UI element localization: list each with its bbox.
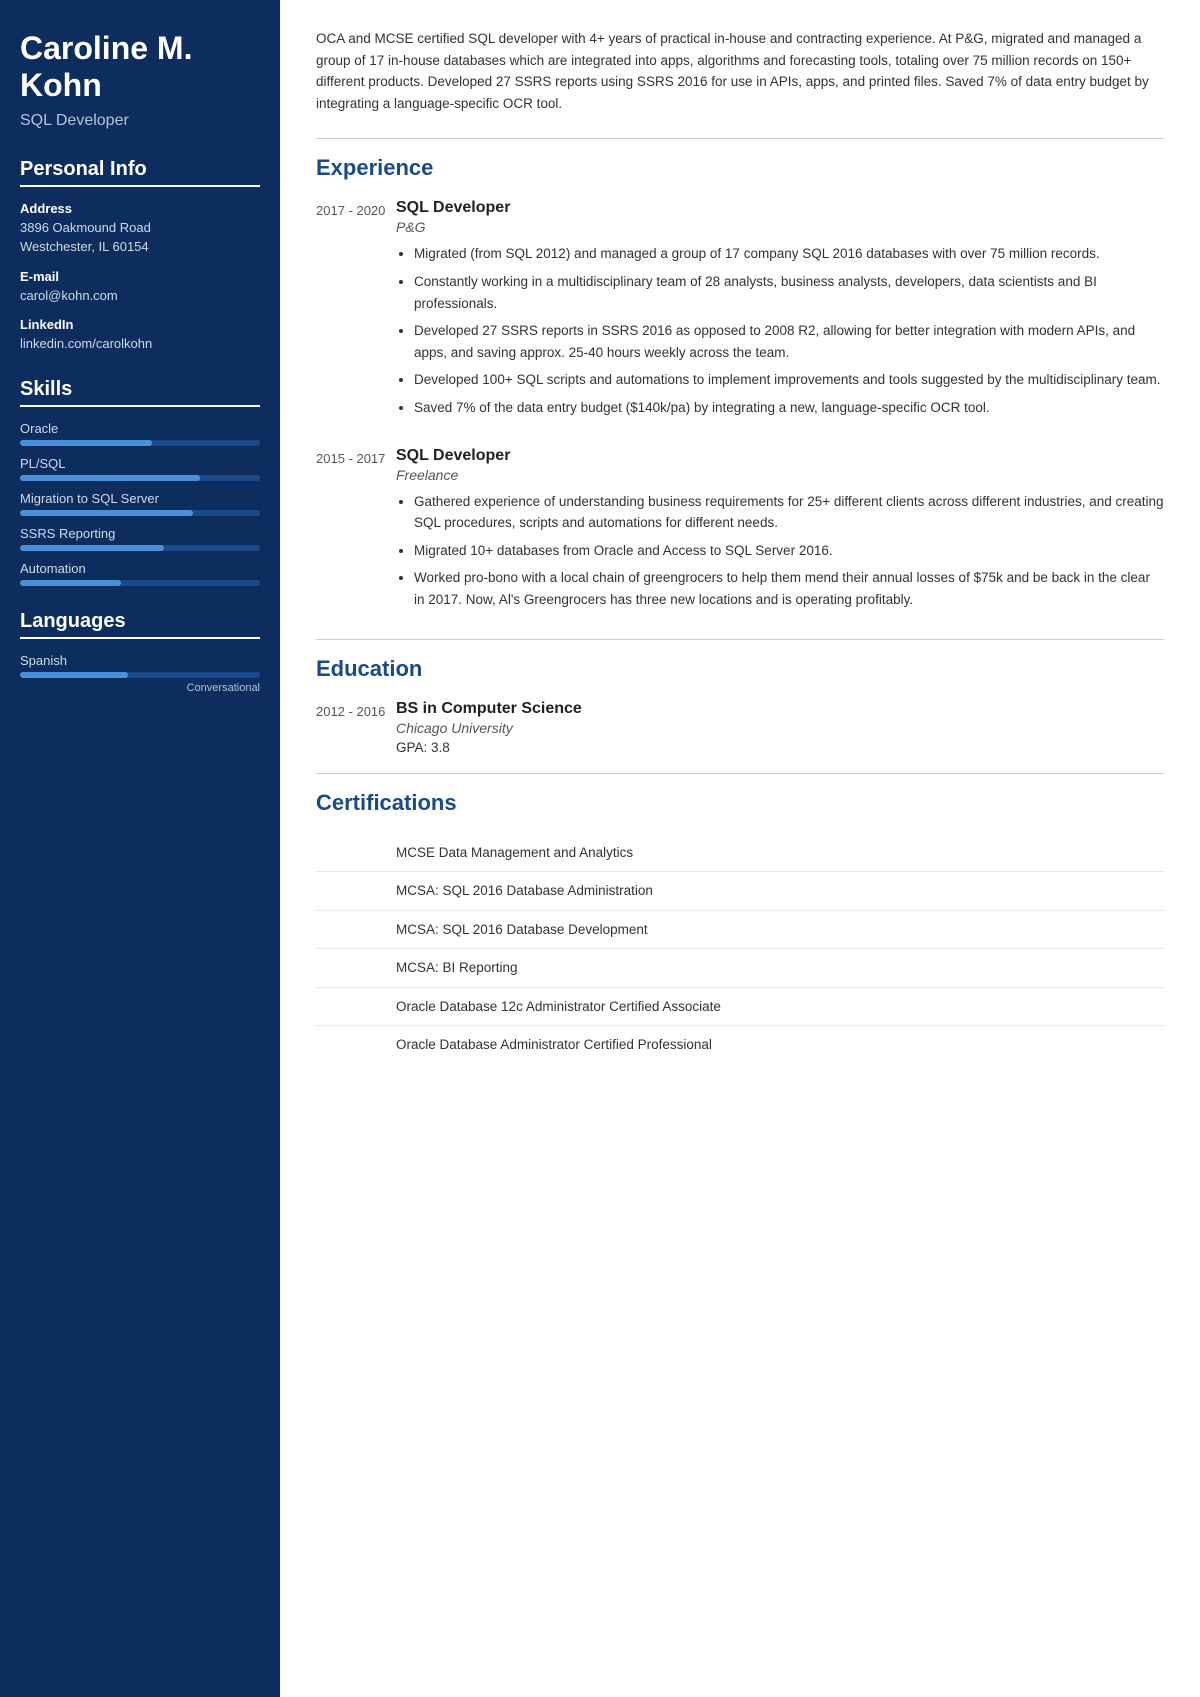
skill-name: Automation <box>20 561 260 576</box>
linkedin-label: LinkedIn <box>20 317 260 332</box>
language-bar-bg <box>20 672 260 678</box>
experience-heading: Experience <box>316 155 1164 181</box>
skill-bar-fill <box>20 510 193 516</box>
linkedin-value: linkedin.com/carolkohn <box>20 334 260 354</box>
languages-list: Spanish Conversational <box>20 653 260 694</box>
skill-item: Oracle <box>20 421 260 446</box>
exp-details: SQL Developer Freelance Gathered experienc… <box>396 447 1164 617</box>
edu-gpa: GPA: 3.8 <box>396 740 1164 755</box>
skill-bar-bg <box>20 510 260 516</box>
skills-list: Oracle PL/SQL Migration to SQL Server SSRS … <box>20 421 260 586</box>
skill-name: SSRS Reporting <box>20 526 260 541</box>
language-name: Spanish <box>20 653 260 668</box>
skill-name: PL/SQL <box>20 456 260 471</box>
exp-bullet: Developed 100+ SQL scripts and automatio… <box>414 369 1164 391</box>
exp-dates: 2017 - 2020 <box>316 199 396 424</box>
address-line1: 3896 Oakmound Road <box>20 218 260 238</box>
experience-divider <box>316 138 1164 139</box>
sidebar-job-title: SQL Developer <box>20 112 260 130</box>
exp-bullets: Gathered experience of understanding bus… <box>396 491 1164 611</box>
summary-text: OCA and MCSE certified SQL developer wit… <box>316 28 1164 114</box>
language-bar-fill <box>20 672 128 678</box>
sidebar-name: Caroline M. Kohn <box>20 30 260 104</box>
skill-item: Migration to SQL Server <box>20 491 260 516</box>
skill-bar-bg <box>20 580 260 586</box>
exp-job-title: SQL Developer <box>396 199 1164 217</box>
skill-bar-fill <box>20 475 200 481</box>
education-item: 2012 - 2016BS in Computer Science Chicago… <box>316 700 1164 755</box>
skill-bar-bg <box>20 545 260 551</box>
language-item: Spanish Conversational <box>20 653 260 694</box>
exp-details: SQL Developer P&G Migrated (from SQL 2012)… <box>396 199 1164 424</box>
exp-company: Freelance <box>396 467 1164 483</box>
edu-dates: 2012 - 2016 <box>316 700 396 755</box>
languages-section: Languages Spanish Conversational <box>20 610 260 694</box>
skill-bar-bg <box>20 440 260 446</box>
education-list: 2012 - 2016BS in Computer Science Chicago… <box>316 700 1164 755</box>
skill-item: PL/SQL <box>20 456 260 481</box>
address-line2: Westchester, IL 60154 <box>20 237 260 257</box>
exp-bullet: Constantly working in a multidisciplinar… <box>414 271 1164 314</box>
skill-bar-fill <box>20 545 164 551</box>
skills-section: Skills Oracle PL/SQL Migration to SQL Serv… <box>20 378 260 586</box>
certifications-list: MCSE Data Management and AnalyticsMCSA: … <box>316 834 1164 1065</box>
edu-school: Chicago University <box>396 720 1164 736</box>
exp-bullet: Saved 7% of the data entry budget ($140k… <box>414 397 1164 419</box>
main-content: OCA and MCSE certified SQL developer wit… <box>280 0 1200 1697</box>
edu-details: BS in Computer Science Chicago University… <box>396 700 1164 755</box>
cert-item: MCSE Data Management and Analytics <box>316 834 1164 873</box>
experience-list: 2017 - 2020SQL DeveloperP&GMigrated (fro… <box>316 199 1164 616</box>
cert-item: Oracle Database Administrator Certified … <box>316 1026 1164 1064</box>
exp-bullet: Gathered experience of understanding bus… <box>414 491 1164 534</box>
exp-bullet: Worked pro-bono with a local chain of gr… <box>414 567 1164 610</box>
exp-job-title: SQL Developer <box>396 447 1164 465</box>
skill-item: Automation <box>20 561 260 586</box>
certifications-divider <box>316 773 1164 774</box>
education-divider <box>316 639 1164 640</box>
education-heading: Education <box>316 656 1164 682</box>
experience-item: 2015 - 2017SQL Developer Freelance Gathere… <box>316 447 1164 617</box>
cert-item: Oracle Database 12c Administrator Certif… <box>316 988 1164 1027</box>
skill-name: Migration to SQL Server <box>20 491 260 506</box>
email-value: carol@kohn.com <box>20 286 260 306</box>
address-label: Address <box>20 201 260 216</box>
skill-bar-fill <box>20 440 152 446</box>
exp-dates: 2015 - 2017 <box>316 447 396 617</box>
exp-bullets: Migrated (from SQL 2012) and managed a g… <box>396 243 1164 418</box>
experience-item: 2017 - 2020SQL Developer P&G Migrated (fro… <box>316 199 1164 424</box>
exp-bullet: Migrated 10+ databases from Oracle and A… <box>414 540 1164 562</box>
personal-info-section: Personal Info Address 3896 Oakmound Road… <box>20 158 260 354</box>
skills-heading: Skills <box>20 378 260 407</box>
skill-item: SSRS Reporting <box>20 526 260 551</box>
exp-bullet: Developed 27 SSRS reports in SSRS 2016 a… <box>414 320 1164 363</box>
skill-bar-fill <box>20 580 121 586</box>
exp-bullet: Migrated (from SQL 2012) and managed a g… <box>414 243 1164 265</box>
cert-item: MCSA: BI Reporting <box>316 949 1164 988</box>
exp-company: P&G <box>396 219 1164 235</box>
personal-info-heading: Personal Info <box>20 158 260 187</box>
cert-item: MCSA: SQL 2016 Database Development <box>316 911 1164 950</box>
edu-degree: BS in Computer Science <box>396 700 1164 718</box>
skill-bar-bg <box>20 475 260 481</box>
email-label: E-mail <box>20 269 260 284</box>
cert-item: MCSA: SQL 2016 Database Administration <box>316 872 1164 911</box>
language-level: Conversational <box>20 682 260 694</box>
certifications-heading: Certifications <box>316 790 1164 816</box>
sidebar: Caroline M. Kohn SQL Developer Personal … <box>0 0 280 1697</box>
skill-name: Oracle <box>20 421 260 436</box>
languages-heading: Languages <box>20 610 260 639</box>
